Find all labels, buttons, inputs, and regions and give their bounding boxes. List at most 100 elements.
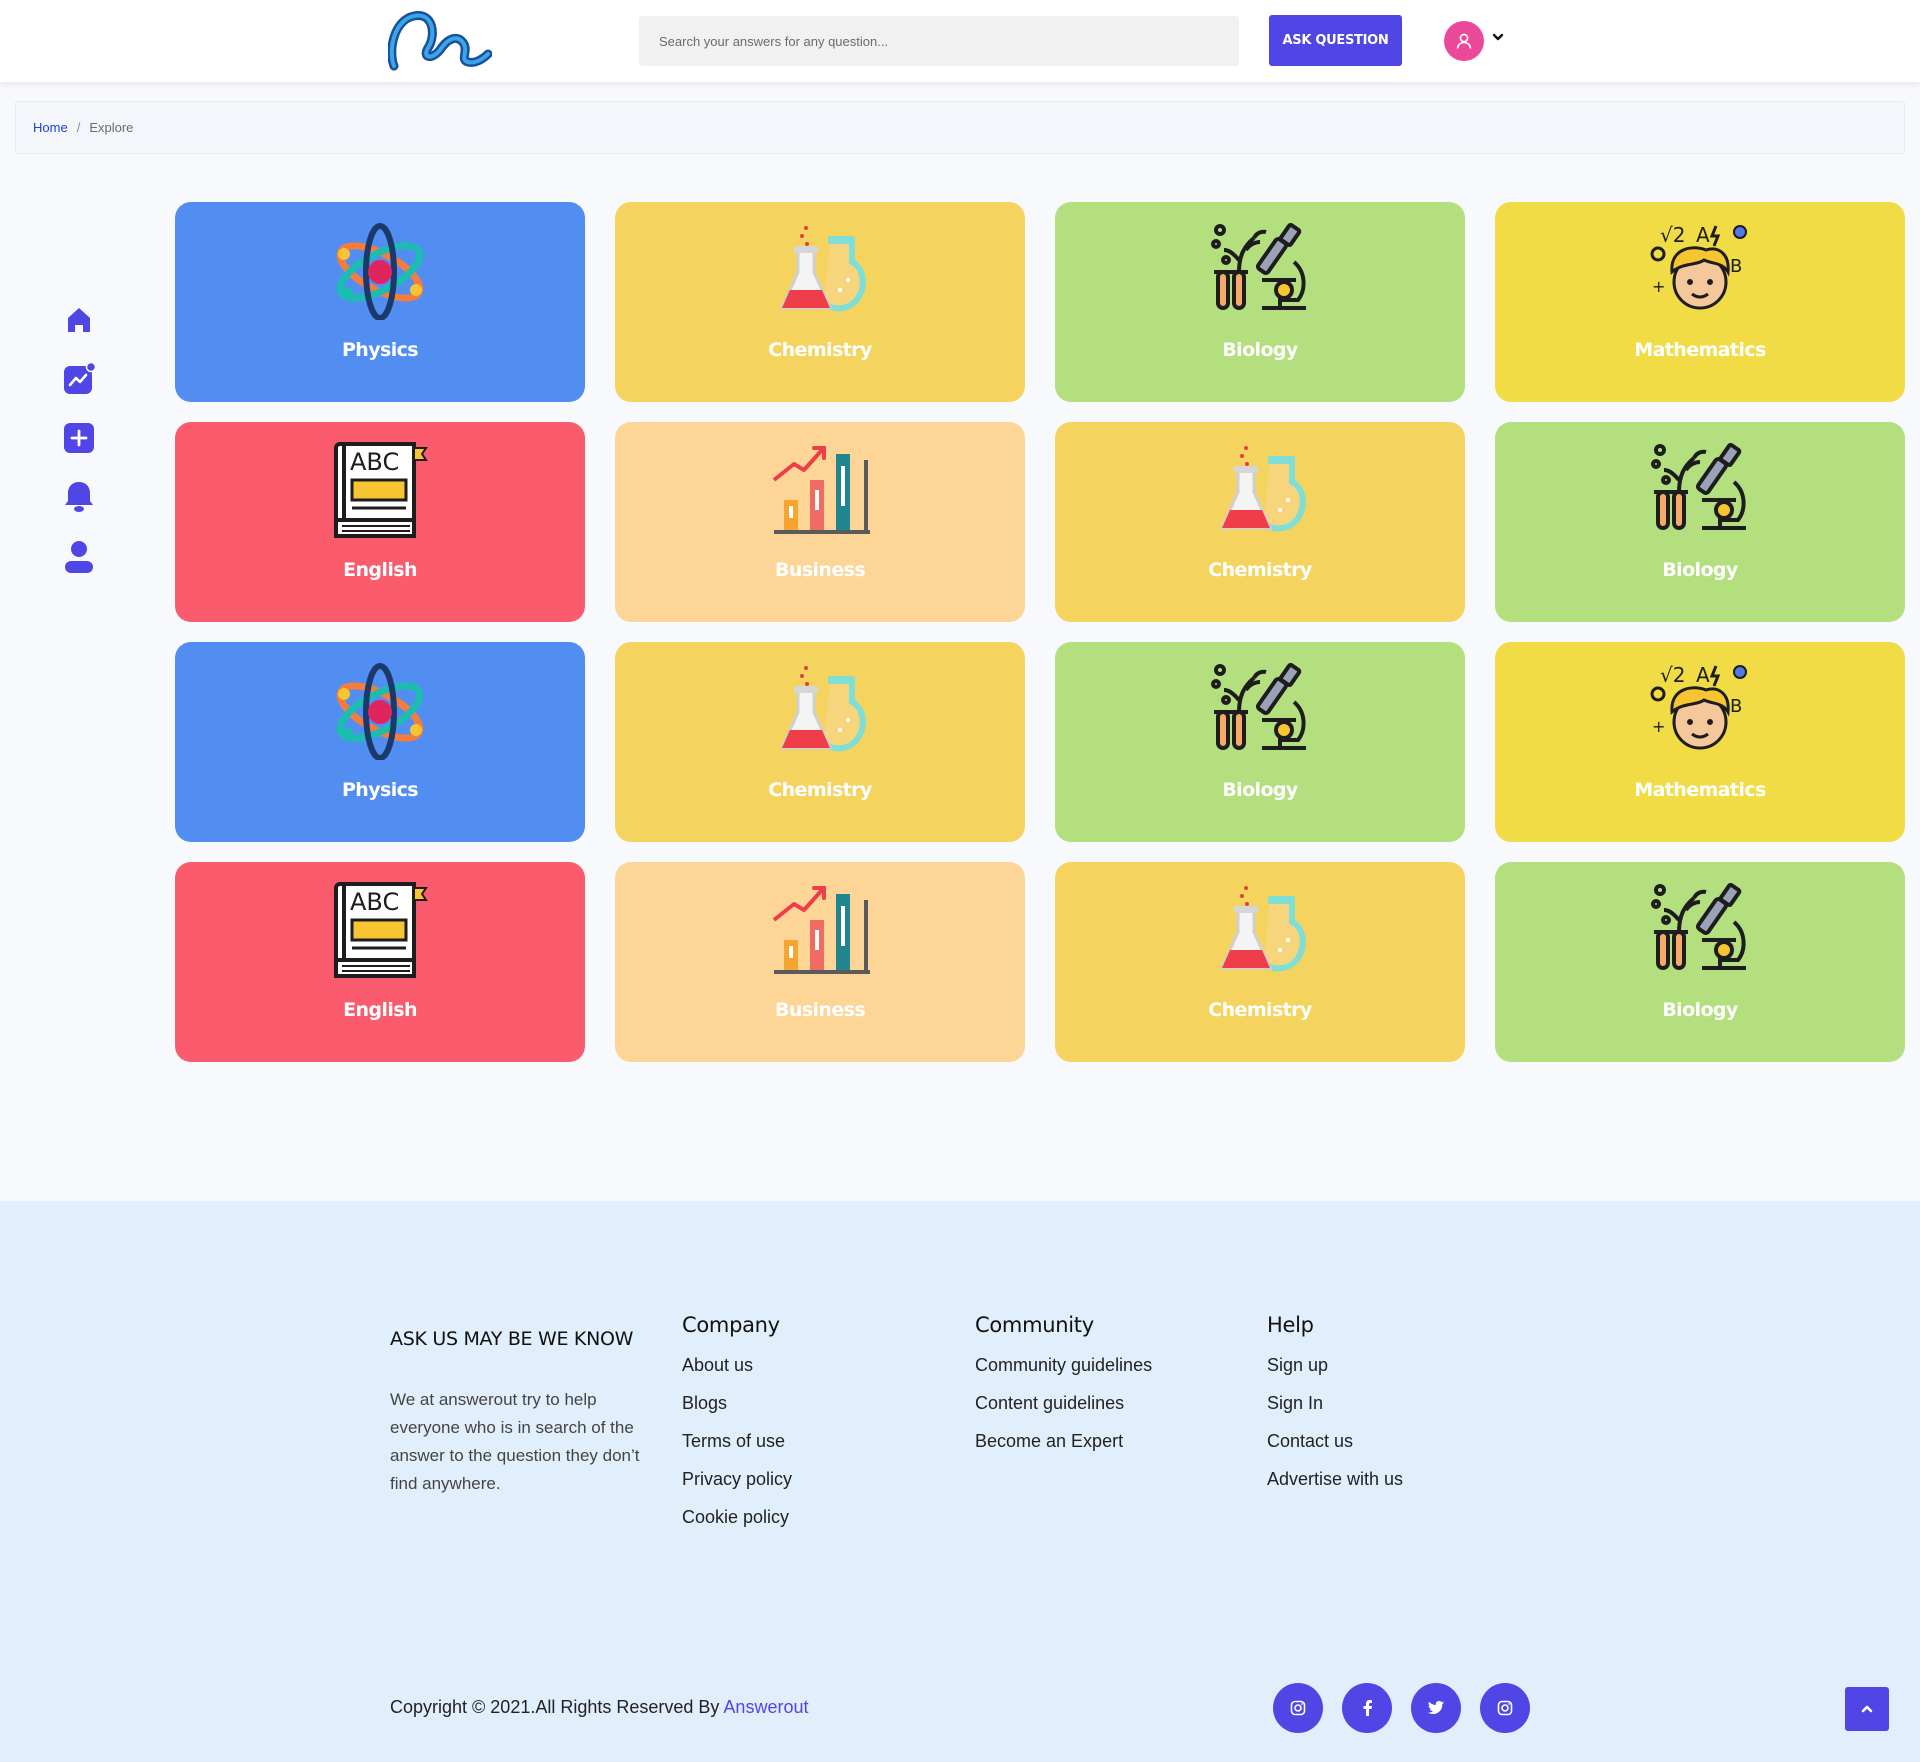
breadcrumb-home-link[interactable]: Home: [33, 120, 68, 135]
copyright: Copyright © 2021.All Rights Reserved By …: [390, 1697, 808, 1718]
answerout-logo-icon[interactable]: [388, 10, 492, 72]
subject-card-label: Physics: [341, 779, 419, 801]
subject-card-label: Biology: [1222, 779, 1298, 801]
abc-book-icon: ABC: [330, 880, 430, 980]
svg-text:A: A: [1696, 223, 1710, 247]
subject-grid: Physics Chemistry Biology √2 A B + Mathematics A…: [175, 202, 1905, 1062]
search-input[interactable]: [639, 16, 1239, 66]
microscope-icon: [1650, 880, 1750, 980]
svg-text:+: +: [1652, 277, 1665, 296]
subject-card-label: Biology: [1662, 999, 1738, 1021]
microscope-icon: [1650, 440, 1750, 540]
subject-card-chemistry[interactable]: Chemistry: [1055, 422, 1465, 622]
home-icon[interactable]: [62, 303, 96, 337]
subject-card-label: Physics: [341, 339, 419, 361]
footer-column-title: Help: [1267, 1313, 1314, 1337]
subject-card-label: English: [343, 559, 417, 581]
footer-link-advertise[interactable]: Advertise with us: [1267, 1468, 1403, 1506]
svg-text:ABC: ABC: [350, 448, 399, 476]
top-header: ASK QUESTION: [0, 0, 1920, 82]
svg-text:+: +: [1652, 717, 1665, 736]
subject-card-physics[interactable]: Physics: [175, 202, 585, 402]
subject-card-biology[interactable]: Biology: [1495, 422, 1905, 622]
subject-card-label: Chemistry: [768, 339, 872, 361]
subject-card-label: Mathematics: [1634, 779, 1766, 801]
subject-card-business[interactable]: Business: [615, 422, 1025, 622]
microscope-icon: [1210, 220, 1310, 320]
subject-card-label: Business: [774, 999, 866, 1021]
svg-text:B: B: [1730, 696, 1742, 717]
subject-card-chemistry[interactable]: Chemistry: [615, 202, 1025, 402]
flask-icon: [770, 660, 870, 760]
footer-link-content-guidelines[interactable]: Content guidelines: [975, 1392, 1152, 1430]
flask-icon: [770, 220, 870, 320]
math-kid-icon: √2 A B +: [1650, 660, 1750, 760]
footer-link-become-expert[interactable]: Become an Expert: [975, 1430, 1152, 1468]
subject-card-label: Biology: [1222, 339, 1298, 361]
footer-link-about-us[interactable]: About us: [682, 1354, 792, 1392]
chevron-up-icon: [1861, 1705, 1873, 1713]
subject-card-biology[interactable]: Biology: [1495, 862, 1905, 1062]
footer-link-sign-up[interactable]: Sign up: [1267, 1354, 1403, 1392]
footer-link-blogs[interactable]: Blogs: [682, 1392, 792, 1430]
footer-link-community-guidelines[interactable]: Community guidelines: [975, 1354, 1152, 1392]
breadcrumb: Home / Explore: [15, 101, 1905, 154]
bell-icon[interactable]: [62, 480, 96, 514]
footer-link-terms[interactable]: Terms of use: [682, 1430, 792, 1468]
math-kid-icon: √2 A B +: [1650, 220, 1750, 320]
subject-card-label: Chemistry: [1208, 559, 1312, 581]
subject-card-label: Mathematics: [1634, 339, 1766, 361]
breadcrumb-separator: /: [76, 120, 81, 135]
subject-card-biology[interactable]: Biology: [1055, 202, 1465, 402]
copyright-text: Copyright © 2021.All Rights Reserved By: [390, 1697, 724, 1717]
svg-text:B: B: [1730, 256, 1742, 277]
svg-text:A: A: [1696, 663, 1710, 687]
abc-book-icon: ABC: [330, 440, 430, 540]
subject-card-physics[interactable]: Physics: [175, 642, 585, 842]
add-icon[interactable]: [62, 421, 96, 455]
breadcrumb-current: Explore: [89, 120, 134, 135]
flask-icon: [1210, 440, 1310, 540]
facebook-icon[interactable]: [1342, 1683, 1392, 1733]
twitter-icon[interactable]: [1411, 1683, 1461, 1733]
footer-column-company: Company About us Blogs Terms of use Priv…: [682, 1313, 792, 1544]
footer-link-sign-in[interactable]: Sign In: [1267, 1392, 1403, 1430]
subject-card-biology[interactable]: Biology: [1055, 642, 1465, 842]
footer: ASK US MAY BE WE KNOW We at answerout tr…: [0, 1201, 1920, 1762]
scroll-to-top-button[interactable]: [1845, 1687, 1889, 1731]
svg-text:ABC: ABC: [350, 888, 399, 916]
atom-icon: [330, 220, 430, 321]
subject-card-english[interactable]: ABC English: [175, 862, 585, 1062]
subject-card-business[interactable]: Business: [615, 862, 1025, 1062]
footer-column-title: Company: [682, 1313, 780, 1337]
trending-icon[interactable]: [62, 362, 96, 396]
footer-about-title: ASK US MAY BE WE KNOW: [390, 1328, 634, 1350]
subject-card-mathematics[interactable]: √2 A B + Mathematics: [1495, 202, 1905, 402]
footer-link-cookie[interactable]: Cookie policy: [682, 1506, 792, 1544]
flask-icon: [1210, 880, 1310, 980]
subject-card-english[interactable]: ABC English: [175, 422, 585, 622]
subject-card-chemistry[interactable]: Chemistry: [1055, 862, 1465, 1062]
footer-link-privacy[interactable]: Privacy policy: [682, 1468, 792, 1506]
subject-card-chemistry[interactable]: Chemistry: [615, 642, 1025, 842]
microscope-icon: [1210, 660, 1310, 760]
subject-card-mathematics[interactable]: √2 A B + Mathematics: [1495, 642, 1905, 842]
footer-column-title: Community: [975, 1313, 1094, 1337]
bar-chart-icon: [770, 880, 870, 980]
subject-card-label: Chemistry: [1208, 999, 1312, 1021]
subject-card-label: English: [343, 999, 417, 1021]
instagram-icon[interactable]: [1273, 1683, 1323, 1733]
profile-icon[interactable]: [62, 540, 96, 574]
svg-text:√2: √2: [1660, 223, 1685, 247]
chevron-down-icon[interactable]: [1491, 30, 1505, 44]
ask-question-button[interactable]: ASK QUESTION: [1269, 15, 1402, 66]
subject-card-label: Business: [774, 559, 866, 581]
bar-chart-icon: [770, 440, 870, 540]
copyright-brand-link[interactable]: Answerout: [723, 1697, 808, 1717]
instagram-icon[interactable]: [1480, 1683, 1530, 1733]
footer-link-contact[interactable]: Contact us: [1267, 1430, 1403, 1468]
atom-icon: [330, 660, 430, 761]
avatar[interactable]: [1444, 21, 1484, 61]
subject-card-label: Biology: [1662, 559, 1738, 581]
footer-column-community: Community Community guidelines Content g…: [975, 1313, 1152, 1468]
